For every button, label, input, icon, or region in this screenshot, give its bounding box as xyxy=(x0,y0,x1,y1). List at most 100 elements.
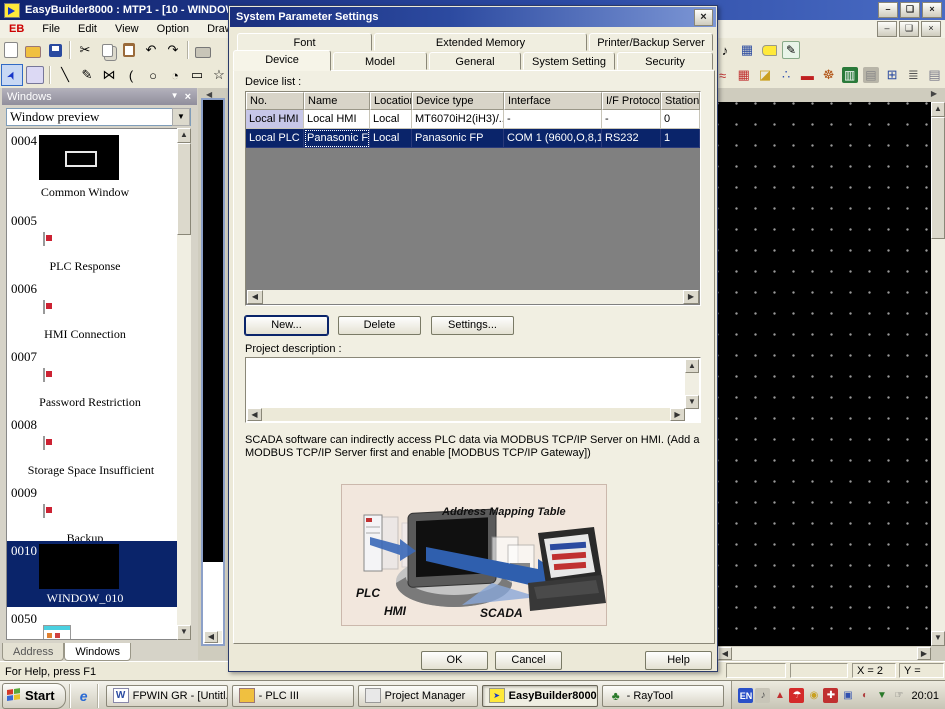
list-item[interactable]: 0009 Backup xyxy=(7,485,177,549)
note-edit-button[interactable]: ✎ xyxy=(781,40,801,60)
line-tool-button[interactable]: ╲ xyxy=(55,65,75,85)
volume-muted-icon[interactable]: ♪ xyxy=(755,688,770,703)
cancel-button[interactable]: Cancel xyxy=(495,651,562,670)
column-header[interactable]: Station n xyxy=(661,92,700,110)
column-header[interactable]: Name xyxy=(304,92,370,110)
ellipse-tool-button[interactable]: ○ xyxy=(143,65,163,85)
security-shield-icon[interactable]: ✚ xyxy=(823,688,838,703)
list-item[interactable]: 0004 Common Window xyxy=(7,133,177,207)
table-row-selected[interactable]: Local PLC 1 Panasonic FP Local Panasonic… xyxy=(246,129,700,148)
menu-eb[interactable]: EB xyxy=(0,21,33,37)
history-table-button[interactable]: ▦ xyxy=(734,65,753,85)
tab-system-setting[interactable]: System Setting xyxy=(523,52,615,70)
list-item[interactable]: 0006 HMI Connection xyxy=(7,281,177,345)
data-transfer-button[interactable]: ≣ xyxy=(904,65,923,85)
editor-canvas-edge[interactable] xyxy=(203,100,223,562)
clock[interactable]: 20:01 xyxy=(911,690,939,702)
rectangle-tool-button[interactable]: ▭ xyxy=(187,65,207,85)
graphics-tray-icon[interactable]: ▲ xyxy=(772,688,787,703)
save-button[interactable] xyxy=(45,40,65,60)
scroll-down-icon[interactable]: ▼ xyxy=(685,395,699,409)
scroll-up-icon[interactable]: ▲ xyxy=(177,128,191,143)
paste-button[interactable] xyxy=(119,40,139,60)
menu-view[interactable]: View xyxy=(106,21,148,37)
dialog-close-icon[interactable]: × xyxy=(694,9,713,26)
picture-object-button[interactable]: ◪ xyxy=(755,65,774,85)
tab-model[interactable]: Model xyxy=(333,52,427,70)
tab-security[interactable]: Security xyxy=(617,52,713,70)
scroll-right-icon[interactable]: ▶ xyxy=(670,408,685,421)
list-item[interactable]: 0050 xyxy=(7,611,177,640)
xy-plot-button[interactable]: ∴ xyxy=(777,65,796,85)
new-device-button[interactable]: New... xyxy=(245,316,328,335)
doc-minimize-button[interactable]: – xyxy=(877,21,897,37)
scroll-down-icon[interactable]: ▼ xyxy=(177,625,191,640)
menu-option[interactable]: Option xyxy=(148,21,198,37)
delete-device-button[interactable]: Delete xyxy=(338,316,421,335)
column-header[interactable]: Device type xyxy=(412,92,504,110)
pie-tool-button[interactable]: ◔ xyxy=(165,65,185,85)
arc-tool-button[interactable]: ( xyxy=(121,65,141,85)
toolbar-chevron-right-icon[interactable]: ▶ xyxy=(931,89,937,98)
meter-display-button[interactable]: ☸ xyxy=(819,65,838,85)
start-button[interactable]: Start xyxy=(2,683,66,709)
quicklaunch-ie-button[interactable]: e xyxy=(75,687,93,705)
disabled-object-button[interactable]: ▤ xyxy=(861,65,880,85)
task-raytool[interactable]: ♣ - RayTool xyxy=(602,685,724,707)
tab-address[interactable]: Address xyxy=(2,643,64,661)
device-settings-button[interactable]: Settings... xyxy=(431,316,514,335)
list-item[interactable]: 0005 PLC Response xyxy=(7,213,177,277)
freehand-tool-button[interactable]: ✎ xyxy=(77,65,97,85)
scroll-down-icon[interactable]: ▼ xyxy=(931,631,945,646)
preview-mode-combobox[interactable]: Window preview ▼ xyxy=(6,108,191,126)
menu-file[interactable]: File xyxy=(33,21,69,37)
sync-tray-icon[interactable]: ▼ xyxy=(874,688,889,703)
column-header[interactable]: I/F Protocol xyxy=(602,92,661,110)
undo-button[interactable]: ↶ xyxy=(141,40,161,60)
scroll-up-icon[interactable]: ▲ xyxy=(685,359,699,373)
panel-close-icon[interactable]: × xyxy=(185,91,191,103)
task-project-manager[interactable]: Project Manager xyxy=(358,685,478,707)
tab-printer-backup-server[interactable]: Printer/Backup Server xyxy=(589,33,713,51)
network-tray-icon[interactable]: ◉ xyxy=(806,688,821,703)
antivirus-umbrella-icon[interactable]: ☂ xyxy=(789,688,804,703)
window-tool-button[interactable] xyxy=(25,65,45,85)
scroll-left-icon[interactable]: ◀ xyxy=(718,647,732,660)
tag-object-button[interactable] xyxy=(759,40,779,60)
project-description-textarea[interactable]: ▲ ▼ ◀ ▶ xyxy=(245,357,701,423)
scroll-thumb[interactable] xyxy=(177,143,191,235)
scroll-left-icon[interactable]: ◀ xyxy=(247,408,262,421)
panel-dropdown-icon[interactable]: ▼ xyxy=(171,91,179,103)
task-plc-iii[interactable]: - PLC III xyxy=(232,685,354,707)
tab-general[interactable]: General xyxy=(429,52,521,70)
task-easybuilder[interactable]: ➤ EasyBuilder8000 ... xyxy=(482,685,598,707)
table-hscrollbar[interactable]: ◀ ▶ xyxy=(247,290,699,304)
tab-font[interactable]: Font xyxy=(237,33,372,51)
doc-restore-button[interactable]: ❑ xyxy=(899,21,919,37)
column-header[interactable]: No. xyxy=(246,92,304,110)
data-sampling-button[interactable]: ▥ xyxy=(840,65,859,85)
list-item[interactable]: 0007 Password Restriction xyxy=(7,349,177,413)
language-indicator[interactable]: EN xyxy=(738,688,753,703)
column-header[interactable]: Interface xyxy=(504,92,602,110)
scroll-left-icon[interactable]: ◀ xyxy=(247,290,263,304)
combo-dropdown-icon[interactable]: ▼ xyxy=(172,108,190,126)
select-tool-button[interactable]: ➤ xyxy=(1,64,23,86)
column-header[interactable]: Location xyxy=(370,92,412,110)
polyline-tool-button[interactable]: ⋈ xyxy=(99,65,119,85)
redo-button[interactable]: ↷ xyxy=(163,40,183,60)
cut-button[interactable]: ✂ xyxy=(75,40,95,60)
help-button[interactable]: Help xyxy=(645,651,712,670)
update-tray-icon[interactable]: ◐ xyxy=(857,688,872,703)
sound-object-button[interactable]: ♪ xyxy=(715,40,735,60)
scheduler-button[interactable]: ⊞ xyxy=(883,65,902,85)
list-item-selected[interactable]: 0010 WINDOW_010 xyxy=(7,541,177,607)
editor-canvas[interactable] xyxy=(718,102,931,646)
close-button[interactable]: × xyxy=(922,2,942,18)
scroll-thumb[interactable] xyxy=(931,117,945,239)
open-file-button[interactable] xyxy=(23,40,43,60)
table-row[interactable]: Local HMI Local HMI Local MT6070iH2(iH3)… xyxy=(246,110,700,129)
menu-edit[interactable]: Edit xyxy=(69,21,106,37)
touchpad-tray-icon[interactable]: ☞ xyxy=(891,688,906,703)
ok-button[interactable]: OK xyxy=(421,651,488,670)
